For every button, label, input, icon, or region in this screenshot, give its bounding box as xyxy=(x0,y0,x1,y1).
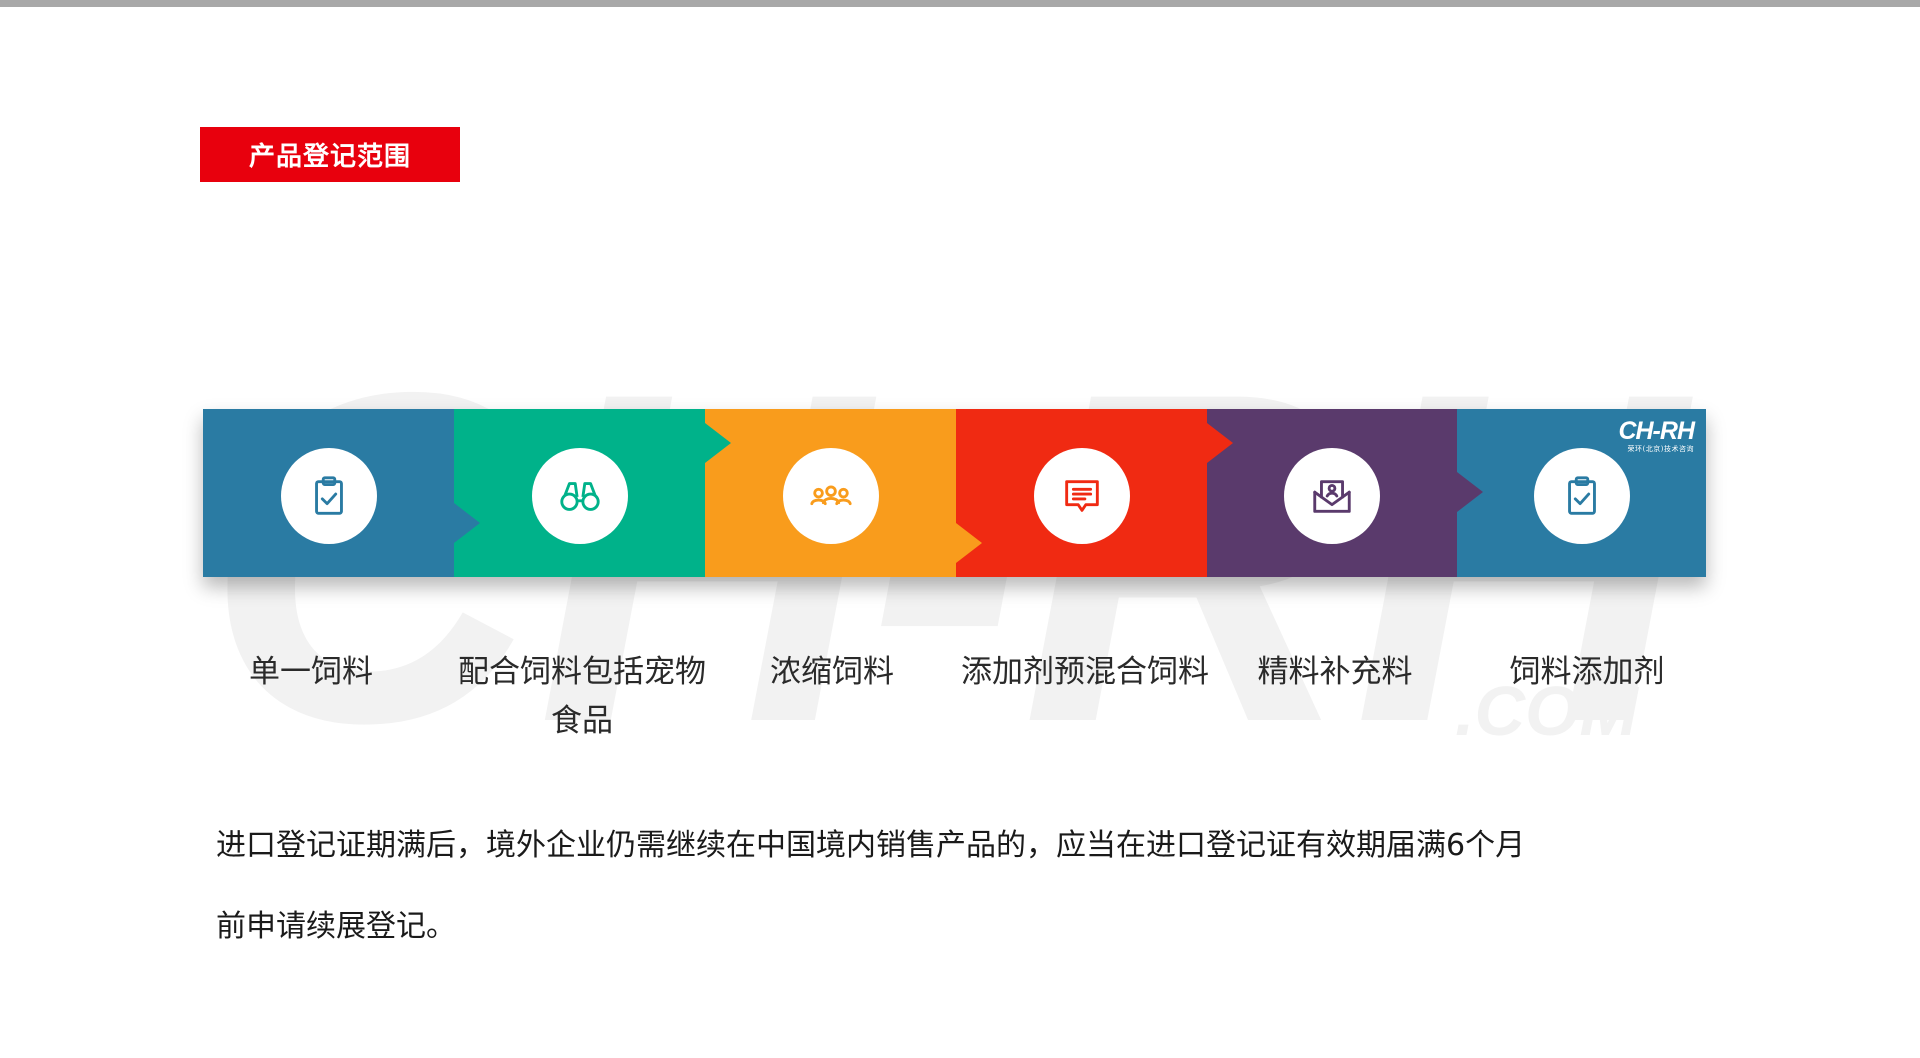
segment-arrow xyxy=(1207,423,1233,463)
icon-circle xyxy=(281,448,377,544)
icon-circle xyxy=(1534,448,1630,544)
icon-circle xyxy=(1034,448,1130,544)
top-rule xyxy=(0,0,1920,7)
people-group-icon xyxy=(810,485,852,506)
logo-subtitle: 荣环(北京)技术咨询 xyxy=(1627,445,1694,453)
clipboard-check-icon xyxy=(315,476,343,515)
segment-arrow xyxy=(1457,472,1483,512)
segment-compound-feed[interactable] xyxy=(454,409,731,577)
category-label: 单一饲料 xyxy=(249,654,373,690)
segment-concentrate-feed[interactable] xyxy=(705,409,982,577)
category-label: 配合饲料包括宠物食品 xyxy=(458,654,706,739)
category-label: 浓缩饲料 xyxy=(770,654,894,690)
company-logo: CH-RH 荣环(北京)技术咨询 xyxy=(1594,417,1695,454)
segment-arrow xyxy=(705,423,731,463)
segment-arrow xyxy=(454,503,480,543)
note-line-1: 进口登记证期满后，境外企业仍需继续在中国境内销售产品的，应当在进口登记证有效期届… xyxy=(216,828,1526,863)
category-label: 饲料添加剂 xyxy=(1509,654,1665,690)
category-label: 精料补充料 xyxy=(1257,654,1413,690)
mail-open-icon xyxy=(1313,480,1351,513)
icon-circle xyxy=(783,448,879,544)
clipboard-check-icon xyxy=(1568,476,1596,515)
segment-single-feed[interactable] xyxy=(203,409,480,577)
icon-circle xyxy=(1284,448,1380,544)
section-title: 产品登记范围 xyxy=(200,127,460,182)
segment-feed-additive[interactable]: CH-RH 荣环(北京)技术咨询 xyxy=(1457,409,1706,577)
binoculars-icon xyxy=(560,482,600,511)
message-lines-icon xyxy=(1065,480,1099,512)
category-band: CH-RH 荣环(北京)技术咨询 xyxy=(203,409,1706,577)
segment-arrow xyxy=(956,523,982,563)
segment-premix[interactable] xyxy=(956,409,1233,577)
logo-mark: CH-RH xyxy=(1618,417,1695,445)
icon-circle xyxy=(532,448,628,544)
segment-supplement-feed[interactable] xyxy=(1207,409,1483,577)
note-line-2: 前申请续展登记。 xyxy=(216,909,456,944)
category-label: 添加剂预混合饲料 xyxy=(961,654,1209,690)
